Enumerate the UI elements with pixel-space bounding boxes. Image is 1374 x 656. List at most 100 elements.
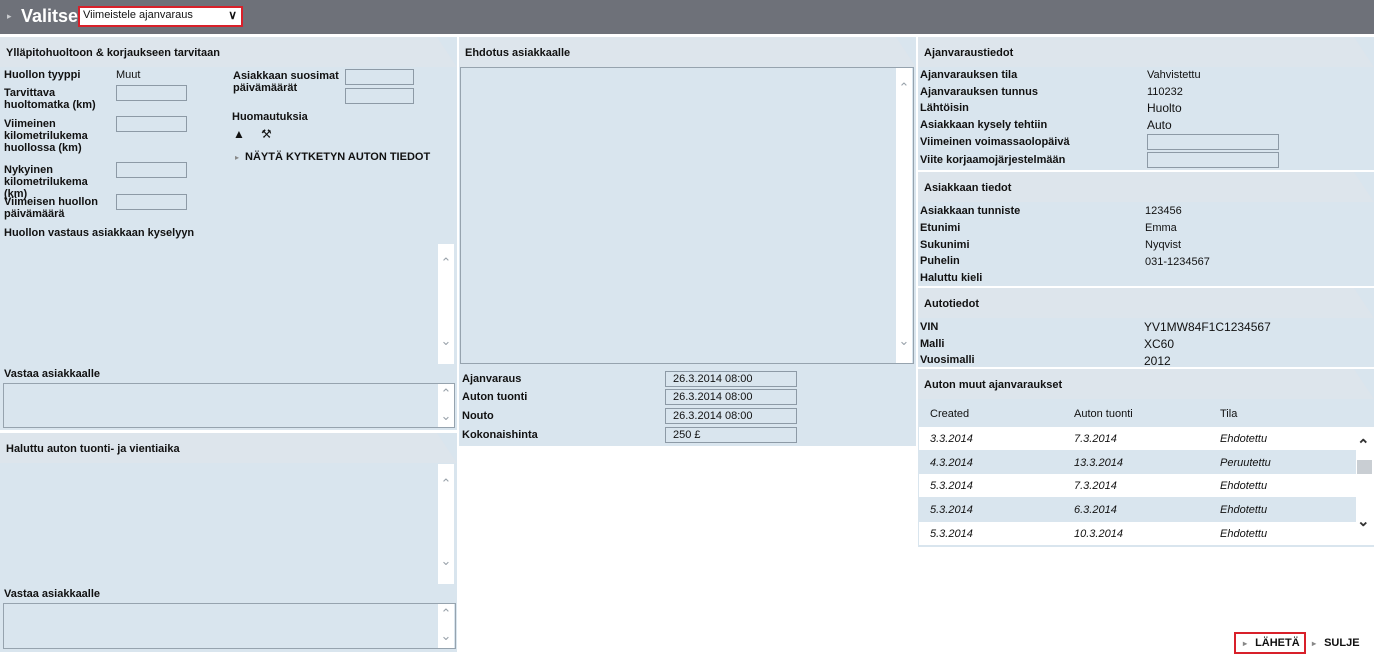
preferred-dates-label: Asiakkaan suosimat päivämäärät xyxy=(233,70,339,94)
scroll-down-icon[interactable]: ⌄ xyxy=(438,553,454,569)
scroll-down-icon[interactable]: ⌄ xyxy=(438,628,454,644)
scroll-thumb[interactable] xyxy=(1357,460,1372,474)
other-bookings-table: 3.3.2014 7.3.2014 Ehdotettu 4.3.2014 13.… xyxy=(919,427,1359,545)
last-service-date-label: Viimeisen huollon päivämäärä xyxy=(4,196,98,220)
last-mileage-field[interactable] xyxy=(116,116,187,132)
link-arrow-icon: ▸ xyxy=(235,153,240,162)
scroll-up-icon[interactable]: ⌃ xyxy=(438,255,454,271)
model-label: Malli xyxy=(920,338,945,350)
warning-icon[interactable]: ▲ xyxy=(233,127,245,141)
language-label: Haluttu kieli xyxy=(920,272,983,284)
valid-until-field[interactable] xyxy=(1147,134,1279,150)
ref-field[interactable] xyxy=(1147,152,1279,168)
column-header-status[interactable]: Tila xyxy=(1220,408,1237,420)
cell-created: 4.3.2014 xyxy=(930,457,973,469)
scroll-up-icon[interactable]: ⌃ xyxy=(896,80,912,96)
scroll-up-icon[interactable]: ⌃ xyxy=(438,386,454,402)
cell-status: Ehdotettu xyxy=(1220,480,1268,492)
customer-id-value: 123456 xyxy=(1145,205,1182,217)
vin-label: VIN xyxy=(920,321,939,333)
last-service-date-field[interactable] xyxy=(116,194,187,210)
remarks-label: Huomautuksia xyxy=(232,111,308,123)
preferred-date-field-2[interactable] xyxy=(345,88,414,104)
send-arrow-icon: ▸ xyxy=(1243,639,1248,648)
action-select-value: Viimeistele ajanvaraus xyxy=(83,9,193,21)
send-button[interactable]: ▸ LÄHETÄ xyxy=(1234,632,1306,654)
phone-label: Puhelin xyxy=(920,255,960,267)
action-select[interactable]: Viimeistele ajanvaraus ∨ xyxy=(78,6,243,27)
pickup-label: Nouto xyxy=(462,410,494,422)
close-arrow-icon: ▸ xyxy=(1312,639,1317,648)
first-name-value: Emma xyxy=(1145,222,1177,234)
scroll-down-icon[interactable]: ⌄ xyxy=(1357,512,1370,530)
booking-value: 26.3.2014 08:00 xyxy=(673,373,753,385)
cell-dropoff: 13.3.2014 xyxy=(1074,457,1123,469)
booking-status-label: Ajanvarauksen tila xyxy=(920,69,1018,81)
preferred-date-field-1[interactable] xyxy=(345,69,414,85)
table-row[interactable]: 4.3.2014 13.3.2014 Peruutettu xyxy=(919,451,1359,474)
pickup-value: 26.3.2014 08:00 xyxy=(673,410,753,422)
vin-value: YV1MW84F1C1234567 xyxy=(1144,320,1271,334)
cell-created: 3.3.2014 xyxy=(930,433,973,445)
total-label: Kokonaishinta xyxy=(462,429,538,441)
required-mileage-label: Tarvittava huoltomatka (km) xyxy=(4,87,96,111)
scroll-up-icon[interactable]: ⌃ xyxy=(1357,436,1370,454)
show-car-link[interactable]: NÄYTÄ KYTKETYN AUTON TIEDOT xyxy=(245,151,430,163)
scroll-up-icon[interactable]: ⌃ xyxy=(438,476,454,492)
booking-id-value: 110232 xyxy=(1147,86,1183,98)
cell-created: 5.3.2014 xyxy=(930,528,973,540)
cell-dropoff: 7.3.2014 xyxy=(1074,433,1117,445)
first-name-label: Etunimi xyxy=(920,222,961,234)
last-mileage-label: Viimeinen kilometrilukema huollossa (km) xyxy=(4,118,88,154)
scroll-down-icon[interactable]: ⌄ xyxy=(896,333,912,349)
reply-textarea[interactable] xyxy=(3,383,455,428)
proposal-textarea[interactable] xyxy=(460,67,914,364)
model-value: XC60 xyxy=(1144,337,1175,351)
dropoff-label: Auton tuonti xyxy=(462,391,528,403)
cell-dropoff: 7.3.2014 xyxy=(1074,480,1117,492)
scroll-up-icon[interactable]: ⌃ xyxy=(438,606,454,622)
response-label: Huollon vastaus asiakkaan kyselyyn xyxy=(4,227,195,239)
booking-status-value: Vahvistettu xyxy=(1147,69,1201,81)
table-row[interactable]: 5.3.2014 10.3.2014 Ehdotettu xyxy=(919,522,1359,545)
column-header-created[interactable]: Created xyxy=(930,408,969,420)
scroll-down-icon[interactable]: ⌄ xyxy=(438,333,454,349)
chevron-down-icon: ∨ xyxy=(228,8,237,22)
required-mileage-field[interactable] xyxy=(116,85,187,101)
booking-id-label: Ajanvarauksen tunnus xyxy=(920,86,1038,98)
current-mileage-field[interactable] xyxy=(116,162,187,178)
proposal-scrollbar[interactable] xyxy=(896,68,912,363)
send-label: LÄHETÄ xyxy=(1255,637,1300,649)
cell-created: 5.3.2014 xyxy=(930,480,973,492)
delivery-reply-textarea[interactable] xyxy=(3,603,456,649)
pickup-field[interactable]: 26.3.2014 08:00 xyxy=(665,408,797,424)
table-row[interactable]: 5.3.2014 7.3.2014 Ehdotettu xyxy=(919,474,1359,497)
dropoff-value: 26.3.2014 08:00 xyxy=(673,391,753,403)
other-bookings-header: Auton muut ajanvaraukset xyxy=(918,369,1374,399)
service-type-label: Huollon tyyppi xyxy=(4,69,81,81)
dropoff-field[interactable]: 26.3.2014 08:00 xyxy=(665,389,797,405)
column-header-dropoff[interactable]: Auton tuonti xyxy=(1074,408,1133,420)
booking-field[interactable]: 26.3.2014 08:00 xyxy=(665,371,797,387)
close-button[interactable]: ▸ SULJE xyxy=(1312,637,1360,649)
expand-arrow-icon[interactable]: ▸ xyxy=(7,11,12,22)
maintenance-header: Ylläpitohuoltoon & korjaukseen tarvitaan xyxy=(0,37,457,67)
table-row[interactable]: 3.3.2014 7.3.2014 Ehdotettu xyxy=(919,427,1359,450)
valid-until-label: Viimeinen voimassaolopäivä xyxy=(920,136,1070,148)
phone-value: 031-1234567 xyxy=(1145,256,1210,268)
booking-info-header: Ajanvaraustiedot xyxy=(918,37,1374,67)
inquiry-label: Asiakkaan kysely tehtiin xyxy=(920,119,1048,131)
total-field[interactable]: 250 £ xyxy=(665,427,797,443)
booking-label: Ajanvaraus xyxy=(462,373,522,385)
table-row[interactable]: 5.3.2014 6.3.2014 Ehdotettu xyxy=(919,498,1359,521)
year-label: Vuosimalli xyxy=(920,354,975,366)
wrench-icon[interactable]: ⚒ xyxy=(261,127,272,141)
car-header: Autotiedot xyxy=(918,288,1374,318)
last-name-value: Nyqvist xyxy=(1145,239,1182,251)
reply-label: Vastaa asiakkaalle xyxy=(4,368,101,380)
year-value: 2012 xyxy=(1144,354,1171,368)
last-name-label: Sukunimi xyxy=(920,239,970,251)
cell-status: Peruutettu xyxy=(1220,457,1271,469)
scroll-down-icon[interactable]: ⌄ xyxy=(438,408,454,424)
delivery-header: Haluttu auton tuonti- ja vientiaika xyxy=(0,433,457,463)
